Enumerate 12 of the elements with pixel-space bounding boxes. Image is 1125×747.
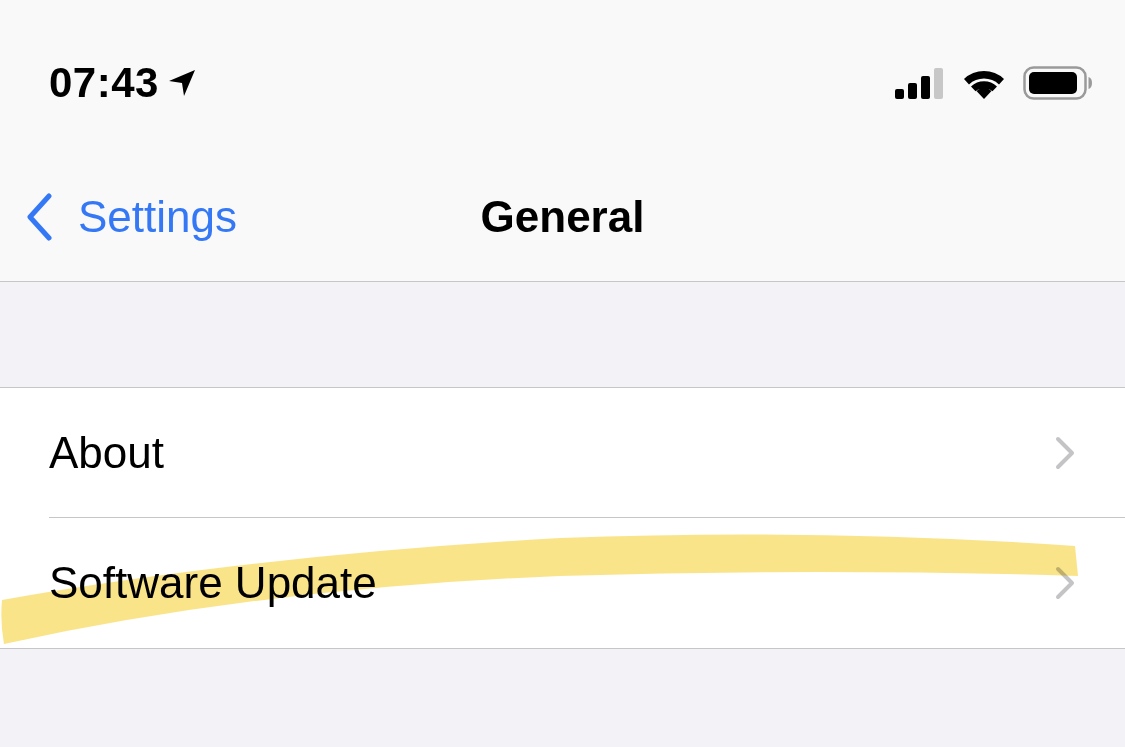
settings-row[interactable]: Software Update: [0, 518, 1125, 648]
settings-row[interactable]: About: [0, 388, 1125, 518]
row-label: About: [49, 428, 164, 478]
chevron-right-icon: [1055, 566, 1075, 600]
back-button[interactable]: Settings: [26, 192, 237, 242]
page-title: General: [480, 192, 645, 242]
chevron-right-icon: [1055, 436, 1075, 470]
battery-icon: [1023, 65, 1093, 100]
status-time: 07:43: [49, 58, 159, 107]
chevron-left-icon: [26, 193, 52, 241]
row-label: Software Update: [49, 558, 377, 608]
signal-icon: [895, 66, 945, 99]
